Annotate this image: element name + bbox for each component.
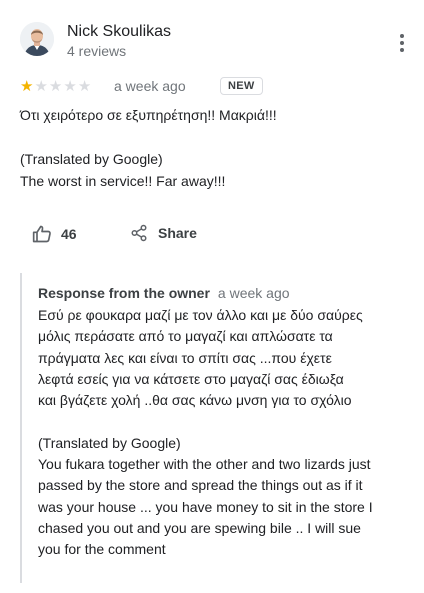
star-empty-icon: ★ [63,78,78,95]
review-line: Ότι χειρότερο σε εξυπηρέτηση!! Μακριά!!! [20,107,277,123]
thumb-up-icon [32,225,51,243]
reviewer-review-count[interactable]: 4 reviews [67,43,126,59]
new-badge: NEW [220,77,263,95]
review-line: The worst in service!! Far away!!! [20,173,226,189]
owner-response-line: chased you out and you are spewing bile … [38,519,361,536]
owner-response-line [38,411,410,432]
more-vert-icon [400,34,404,38]
owner-response-time: a week ago [217,285,290,301]
review-time: a week ago [114,78,186,94]
share-button[interactable]: Share [130,224,197,242]
owner-response-line: You fukara together with the other and t… [38,456,371,473]
owner-response-line: μόλις περάσατε από το μαγαζί και απλώσατ… [38,328,333,345]
reviewer-avatar[interactable] [20,22,54,56]
owner-response: Response from the owner a week ago Εσύ ρε… [20,273,412,583]
star-empty-icon: ★ [48,78,64,95]
rating-row: ★★★★★ a week ago NEW [20,77,410,99]
more-options-button[interactable] [394,32,410,54]
owner-response-text: Εσύ ρε φουκαρα μαζί με τον άλλο και με δ… [38,305,410,561]
like-count: 46 [61,226,77,242]
owner-response-line: passed by the store and spread the thing… [38,477,363,494]
owner-response-line: πράγματα λες και είναι το σπίτι σας ...π… [38,349,332,366]
owner-response-line: (Translated by Google) [38,434,181,451]
owner-response-line: Εσύ ρε φουκαρα μαζί με τον άλλο και με δ… [38,307,363,323]
share-label: Share [158,225,197,241]
like-button[interactable]: 46 [32,224,77,244]
review-line [20,126,410,148]
star-empty-icon: ★ [77,78,93,95]
star-rating: ★★★★★ [20,77,92,97]
review-actions: 46 Share [32,224,332,250]
owner-response-line: και βγάζετε χολή ..θα σας κάνω μνση για … [38,392,352,409]
share-icon [131,224,147,242]
review-header: Nick Skoulikas 4 reviews [20,20,410,60]
owner-response-line: λεφτά εσείς για να κάτσετε στο μαγαζί σα… [38,370,344,387]
owner-response-line: you for the comment [38,541,166,558]
star-filled-icon: ★ [20,78,35,95]
owner-response-header: Response from the owner a week ago [38,285,290,301]
star-empty-icon: ★ [34,78,49,95]
reviewer-name[interactable]: Nick Skoulikas [67,23,171,41]
review-line: (Translated by Google) [20,151,163,167]
owner-response-label: Response from the owner [38,285,210,301]
owner-response-line: was your house ... you have money to sit… [38,498,373,515]
review-text: Ότι χειρότερο σε εξυπηρέτηση!! Μακριά!!!… [20,104,410,192]
person-avatar-icon [20,22,54,56]
